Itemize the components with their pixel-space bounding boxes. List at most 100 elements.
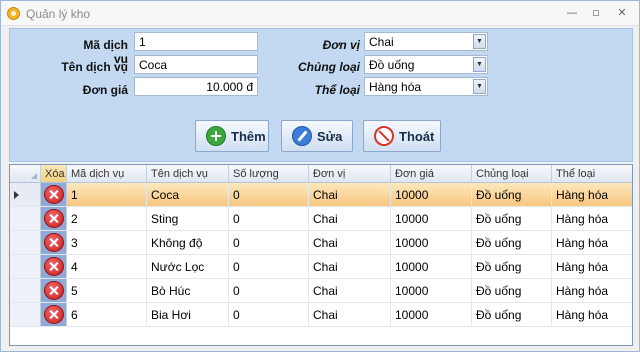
table-row[interactable]: 6 Bia Hơi 0 Chai 10000 Đồ uống Hàng hóa: [10, 303, 632, 327]
current-row-arrow-icon: [14, 191, 19, 199]
delete-icon[interactable]: [44, 185, 64, 204]
table-row[interactable]: 5 Bò Húc 0 Chai 10000 Đồ uống Hàng hóa: [10, 279, 632, 303]
cell-ten-dich-vu[interactable]: Bia Hơi: [147, 303, 229, 326]
cell-so-luong[interactable]: 0: [229, 231, 309, 254]
row-header[interactable]: [10, 279, 41, 302]
column-header-xoa[interactable]: Xóa: [41, 165, 67, 183]
chevron-down-icon[interactable]: ▼: [473, 34, 486, 49]
cell-don-vi[interactable]: Chai: [309, 303, 391, 326]
cell-ma-dich-vu[interactable]: 6: [67, 303, 147, 326]
add-button[interactable]: Thêm: [195, 120, 269, 152]
cell-don-vi[interactable]: Chai: [309, 183, 391, 206]
cell-don-vi[interactable]: Chai: [309, 231, 391, 254]
delete-icon[interactable]: [44, 209, 64, 228]
cell-so-luong[interactable]: 0: [229, 255, 309, 278]
the-loai-select[interactable]: Hàng hóa ▼: [364, 77, 488, 96]
cell-chung-loai[interactable]: Đồ uống: [472, 231, 552, 254]
column-header-don-gia[interactable]: Đơn giá: [391, 165, 472, 183]
cell-the-loai[interactable]: Hàng hóa: [552, 207, 632, 230]
cell-ma-dich-vu[interactable]: 1: [67, 183, 147, 206]
stop-icon: [374, 126, 394, 146]
row-header[interactable]: [10, 303, 41, 326]
cell-the-loai[interactable]: Hàng hóa: [552, 303, 632, 326]
cell-the-loai[interactable]: Hàng hóa: [552, 183, 632, 206]
edit-button[interactable]: Sửa: [281, 120, 353, 152]
cell-ma-dich-vu[interactable]: 4: [67, 255, 147, 278]
grid-corner-header[interactable]: [10, 165, 41, 183]
cell-don-gia[interactable]: 10000: [391, 231, 472, 254]
delete-cell: [41, 207, 67, 230]
column-header-ma-dich-vu[interactable]: Mã dịch vụ: [67, 165, 147, 183]
exit-button[interactable]: Thoát: [363, 120, 441, 152]
chung-loai-select[interactable]: Đồ uống ▼: [364, 55, 488, 74]
don-vi-select[interactable]: Chai ▼: [364, 32, 488, 51]
delete-cell: [41, 183, 67, 206]
minimize-button[interactable]: —: [562, 5, 582, 21]
cell-ma-dich-vu[interactable]: 3: [67, 231, 147, 254]
close-button[interactable]: ✕: [612, 5, 632, 21]
row-header[interactable]: [10, 231, 41, 254]
table-row[interactable]: 4 Nước Lọc 0 Chai 10000 Đồ uống Hàng hóa: [10, 255, 632, 279]
title-bar: Quản lý kho — ▫ ✕: [1, 1, 639, 26]
cell-ten-dich-vu[interactable]: Nước Lọc: [147, 255, 229, 278]
cell-chung-loai[interactable]: Đồ uống: [472, 279, 552, 302]
app-logo-icon: [7, 7, 20, 20]
delete-icon[interactable]: [44, 281, 64, 300]
cell-don-gia[interactable]: 10000: [391, 183, 472, 206]
cell-ten-dich-vu[interactable]: Coca: [147, 183, 229, 206]
maximize-button[interactable]: ▫: [586, 5, 606, 21]
delete-cell: [41, 255, 67, 278]
chung-loai-value: Đồ uống: [369, 58, 415, 72]
cell-so-luong[interactable]: 0: [229, 303, 309, 326]
cell-the-loai[interactable]: Hàng hóa: [552, 279, 632, 302]
the-loai-label: Thể loại: [314, 83, 360, 97]
cell-chung-loai[interactable]: Đồ uống: [472, 183, 552, 206]
table-row[interactable]: 2 Sting 0 Chai 10000 Đồ uống Hàng hóa: [10, 207, 632, 231]
don-gia-input[interactable]: 10.000 đ: [134, 77, 258, 96]
the-loai-value: Hàng hóa: [369, 80, 422, 94]
add-button-label: Thêm: [231, 129, 266, 144]
column-header-so-luong[interactable]: Số lượng: [229, 165, 309, 183]
table-row[interactable]: 1 Coca 0 Chai 10000 Đồ uống Hàng hóa: [10, 183, 632, 207]
row-header[interactable]: [10, 207, 41, 230]
data-grid[interactable]: Xóa Mã dịch vụ Tên dịch vụ Số lượng Đơn …: [9, 164, 633, 346]
cell-the-loai[interactable]: Hàng hóa: [552, 231, 632, 254]
row-header[interactable]: [10, 183, 41, 206]
window-title: Quản lý kho: [26, 7, 91, 21]
cell-chung-loai[interactable]: Đồ uống: [472, 303, 552, 326]
cell-don-gia[interactable]: 10000: [391, 303, 472, 326]
delete-cell: [41, 231, 67, 254]
cell-ma-dich-vu[interactable]: 2: [67, 207, 147, 230]
cell-don-gia[interactable]: 10000: [391, 255, 472, 278]
ten-dich-vu-input[interactable]: Coca: [134, 55, 258, 74]
chevron-down-icon[interactable]: ▼: [473, 79, 486, 94]
row-header[interactable]: [10, 255, 41, 278]
table-row[interactable]: 3 Không độ 0 Chai 10000 Đồ uống Hàng hóa: [10, 231, 632, 255]
cell-ten-dich-vu[interactable]: Không độ: [147, 231, 229, 254]
delete-icon[interactable]: [44, 305, 64, 324]
cell-don-vi[interactable]: Chai: [309, 207, 391, 230]
cell-chung-loai[interactable]: Đồ uống: [472, 255, 552, 278]
column-header-chung-loai[interactable]: Chủng loại: [472, 165, 552, 183]
cell-ma-dich-vu[interactable]: 5: [67, 279, 147, 302]
ten-dich-vu-label: Tên dịch vụ: [61, 60, 128, 74]
cell-don-gia[interactable]: 10000: [391, 279, 472, 302]
cell-ten-dich-vu[interactable]: Bò Húc: [147, 279, 229, 302]
delete-icon[interactable]: [44, 233, 64, 252]
cell-chung-loai[interactable]: Đồ uống: [472, 207, 552, 230]
ma-dich-vu-input[interactable]: 1: [134, 32, 258, 51]
cell-don-vi[interactable]: Chai: [309, 279, 391, 302]
column-header-don-vi[interactable]: Đơn vị: [309, 165, 391, 183]
cell-don-gia[interactable]: 10000: [391, 207, 472, 230]
cell-don-vi[interactable]: Chai: [309, 255, 391, 278]
column-header-ten-dich-vu[interactable]: Tên dịch vụ: [147, 165, 229, 183]
delete-cell: [41, 303, 67, 326]
cell-so-luong[interactable]: 0: [229, 183, 309, 206]
cell-the-loai[interactable]: Hàng hóa: [552, 255, 632, 278]
column-header-the-loai[interactable]: Thể loại: [552, 165, 632, 183]
cell-so-luong[interactable]: 0: [229, 207, 309, 230]
chevron-down-icon[interactable]: ▼: [473, 57, 486, 72]
delete-icon[interactable]: [44, 257, 64, 276]
cell-so-luong[interactable]: 0: [229, 279, 309, 302]
cell-ten-dich-vu[interactable]: Sting: [147, 207, 229, 230]
